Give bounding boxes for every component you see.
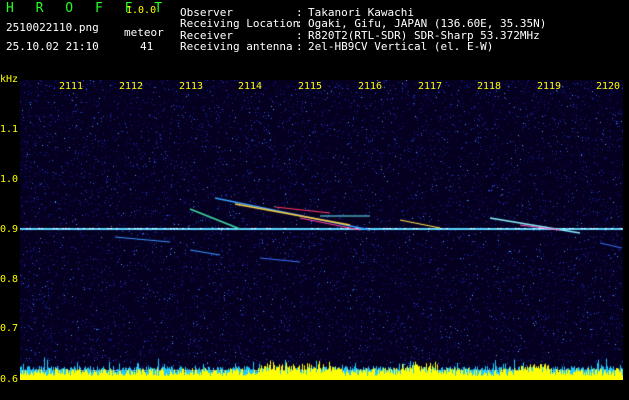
x-tick-label: 2111 [59,81,84,92]
x-tick-label: 2114 [238,81,263,92]
y-tick-label: 0.9 [0,224,19,235]
meteor-count: 41 [140,40,154,53]
x-tick-label: 2116 [358,81,383,92]
info-value-antenna: 2el-HB9CV Vertical (el. E-W) [308,40,494,53]
x-tick-label: 2112 [119,81,144,92]
x-tick-label: 2113 [179,81,204,92]
x-tick-label: 2115 [298,81,323,92]
file-name: 2510022110.png [6,21,99,34]
file-datetime: 25.10.02 21:10 [6,40,99,53]
spectrogram-canvas [20,80,623,380]
y-tick-label: 0.6 [0,374,19,385]
x-tick-label: 2120 [596,81,621,92]
app-version: 1.0.0 [126,5,157,16]
y-tick-label: 0.7 [0,323,19,334]
x-tick-label: 2119 [537,81,562,92]
x-tick-label: 2117 [418,81,443,92]
info-label-antenna: Receiving antenna [180,40,293,53]
x-tick-label: 2118 [477,81,502,92]
y-tick-label: 0.8 [0,274,19,285]
info-sep-antenna: : [296,40,303,53]
header-panel: H R O F F T 1.0.0 2510022110.png meteor … [0,0,629,80]
right-border [623,80,629,400]
meteor-label: meteor [124,26,164,39]
y-axis: kHz 1.1 1.0 0.9 0.8 0.7 0.6 [0,74,20,400]
y-tick-label: 1.1 [0,124,19,135]
y-tick-label: 1.0 [0,174,19,185]
y-axis-unit: kHz [0,74,19,85]
